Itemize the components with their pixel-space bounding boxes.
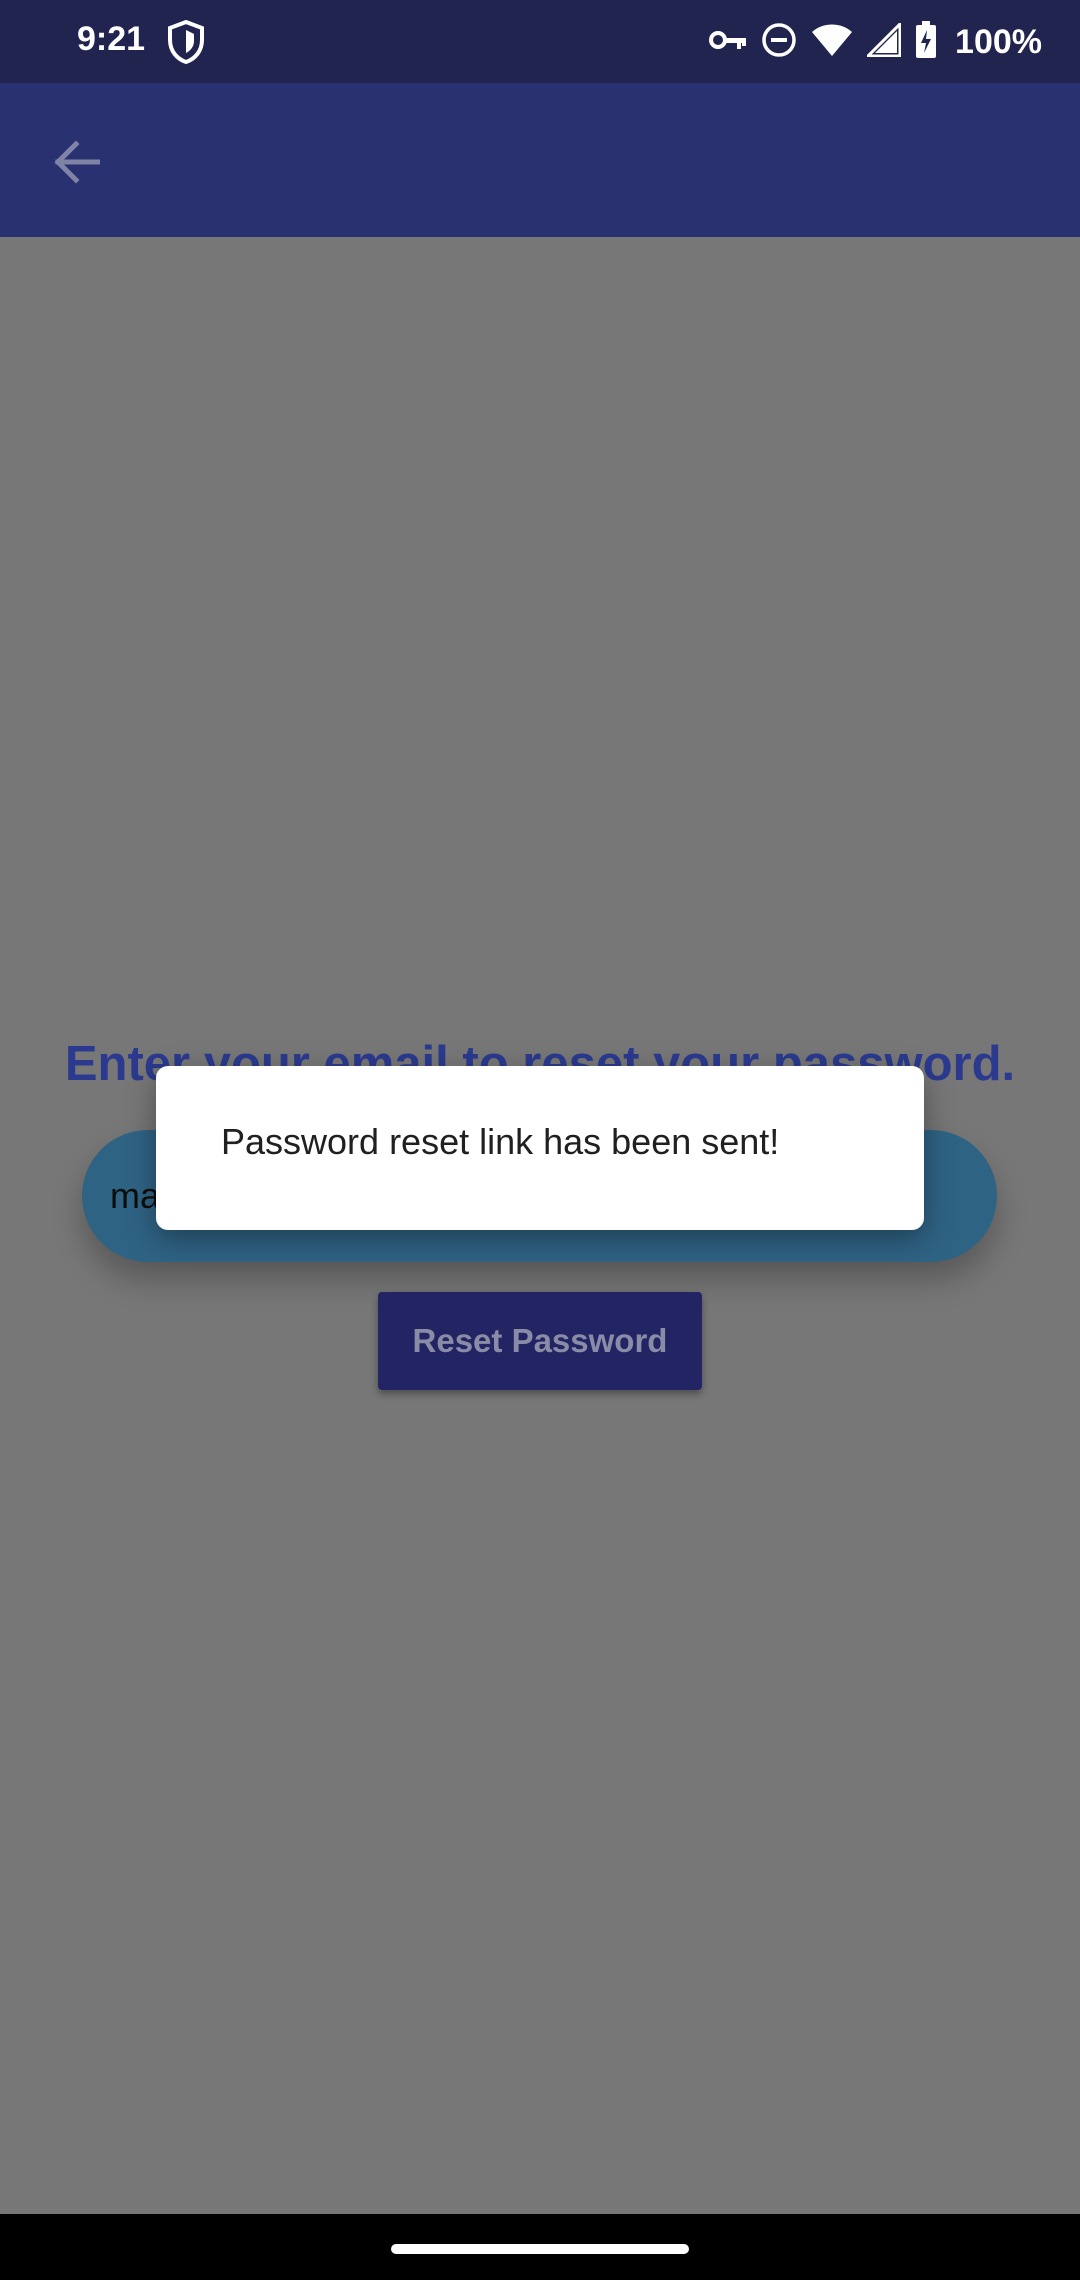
wifi-icon: [811, 23, 853, 62]
dialog-message: Password reset link has been sent!: [221, 1121, 780, 1162]
battery-percent: 100%: [955, 22, 1042, 61]
email-value: ma: [110, 1175, 161, 1216]
battery-charging-icon: [915, 20, 937, 64]
alert-dialog: Password reset link has been sent!: [156, 1066, 924, 1230]
do-not-disturb-icon: [761, 22, 797, 63]
reset-password-button[interactable]: Reset Password: [378, 1292, 702, 1390]
navigation-bar: [0, 2214, 1080, 2280]
shield-icon: [166, 19, 206, 65]
back-button[interactable]: [40, 128, 112, 200]
home-gesture-handle[interactable]: [391, 2244, 689, 2254]
app-bar: [0, 83, 1080, 237]
signal-icon: [864, 19, 902, 62]
vpn-key-icon: [709, 28, 747, 57]
status-time: 9:21: [77, 20, 146, 58]
arrow-back-icon: [52, 139, 101, 189]
status-bar: 9:21 100%: [0, 0, 1080, 83]
status-icons: 100%: [709, 18, 1042, 66]
screen: 9:21 100% Enter your email to reset your…: [0, 0, 1080, 2280]
